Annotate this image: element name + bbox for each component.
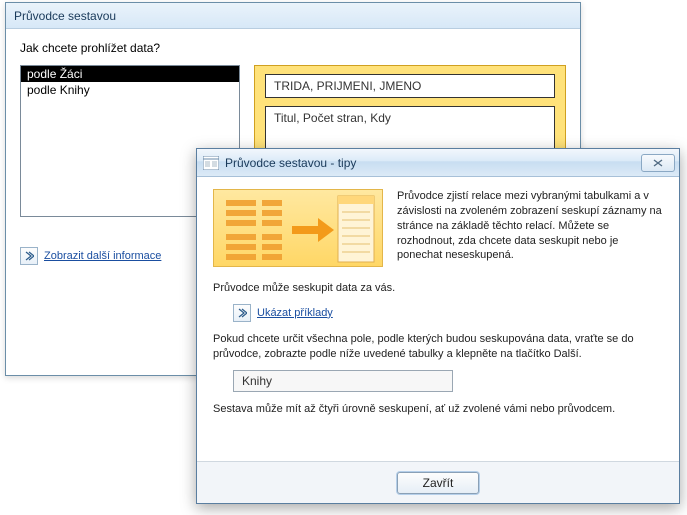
tips-title: Průvodce sestavou - tipy <box>225 156 635 170</box>
close-icon <box>653 159 663 167</box>
wizard-question: Jak chcete prohlížet data? <box>20 41 566 55</box>
list-item[interactable]: podle Knihy <box>21 82 239 98</box>
chevron-right-icon[interactable] <box>20 247 38 265</box>
referenced-table-name: Knihy <box>233 370 453 392</box>
close-dialog-button[interactable]: Zavřít <box>397 472 479 494</box>
tips-titlebar: Průvodce sestavou - tipy <box>197 149 679 177</box>
wizard-titlebar: Průvodce sestavou <box>6 3 580 29</box>
tips-line-1: Průvodce může seskupit data za vás. <box>213 281 663 296</box>
wizard-title: Průvodce sestavou <box>14 9 116 23</box>
tips-line-2: Pokud chcete určit všechna pole, podle k… <box>213 332 663 362</box>
tips-intro-text: Průvodce zjistí relace mezi vybranými ta… <box>397 189 663 267</box>
show-more-link[interactable]: Zobrazit další informace <box>44 250 161 262</box>
tips-content: Průvodce zjistí relace mezi vybranými ta… <box>197 177 679 434</box>
chevron-right-icon[interactable] <box>233 304 251 322</box>
report-icon <box>203 156 219 170</box>
list-item[interactable]: podle Žáci <box>21 66 239 82</box>
tips-line-3: Sestava může mít až čtyři úrovně seskupe… <box>213 402 663 417</box>
grouping-illustration <box>213 189 383 267</box>
show-examples-link[interactable]: Ukázat příklady <box>257 307 333 319</box>
show-examples-row: Ukázat příklady <box>233 304 663 322</box>
preview-header: TRIDA, PRIJMENI, JMENO <box>265 74 555 98</box>
tips-button-bar: Zavřít <box>197 461 679 503</box>
close-button[interactable] <box>641 154 675 172</box>
wizard-tips-dialog: Průvodce sestavou - tipy <box>196 148 680 504</box>
